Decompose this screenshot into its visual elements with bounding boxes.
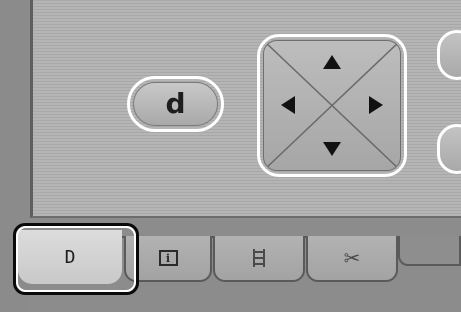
tab-info[interactable]: i xyxy=(124,236,212,282)
side-button-bottom[interactable] xyxy=(437,124,461,174)
d-button[interactable]: d xyxy=(127,76,224,132)
down-arrow-icon[interactable] xyxy=(323,142,341,156)
side-button-top[interactable] xyxy=(437,30,461,80)
up-arrow-icon[interactable] xyxy=(323,55,341,69)
tab-d-label: D xyxy=(64,246,76,268)
direction-pad-surface xyxy=(263,40,401,171)
tab-bar-empty-space xyxy=(398,236,461,266)
tab-film[interactable] xyxy=(213,236,305,282)
left-arrow-icon[interactable] xyxy=(281,96,295,114)
direction-pad[interactable] xyxy=(257,34,407,177)
tab-bar: D i ✂ xyxy=(18,218,461,312)
right-arrow-icon[interactable] xyxy=(369,96,383,114)
scissors-icon: ✂ xyxy=(343,246,361,270)
film-icon xyxy=(252,248,266,268)
tab-scissors[interactable]: ✂ xyxy=(306,236,398,282)
tab-d[interactable]: D xyxy=(18,230,122,284)
info-icon: i xyxy=(158,250,178,266)
d-button-label: d xyxy=(133,82,218,126)
